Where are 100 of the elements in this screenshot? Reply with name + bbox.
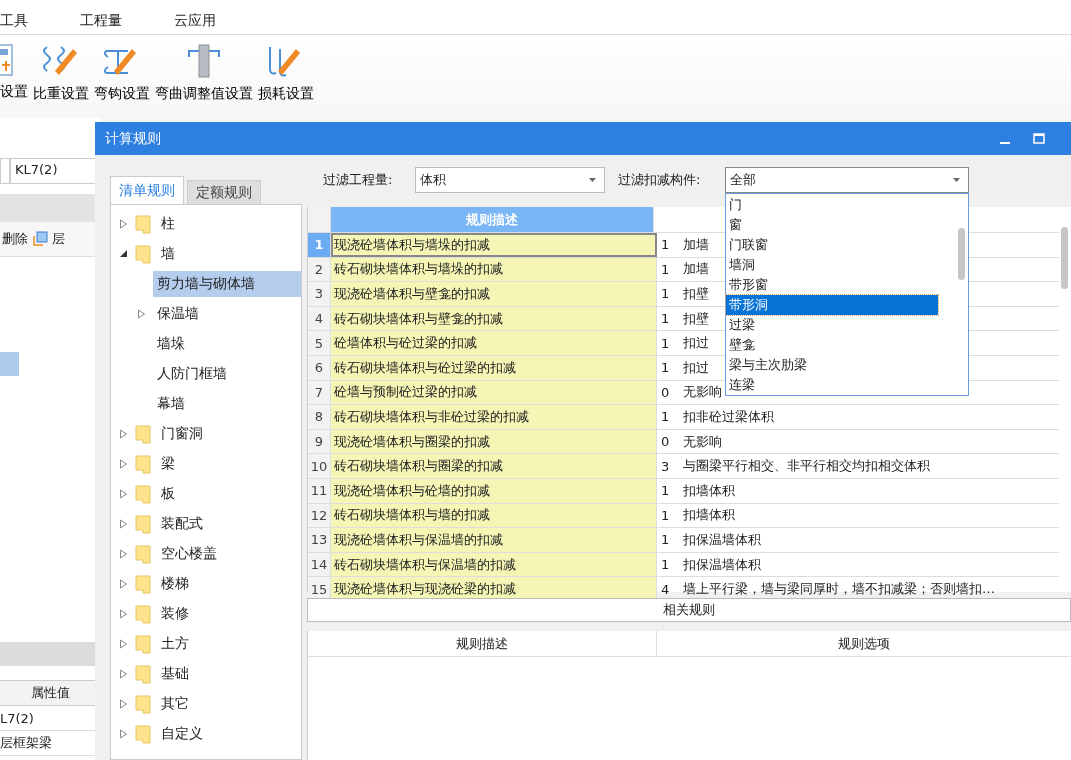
tree-item[interactable]: 柱 xyxy=(157,211,179,237)
ribbon-button[interactable]: 弯曲调整值设置 xyxy=(153,41,255,105)
tree-item[interactable]: 门窗洞 xyxy=(157,421,207,447)
tree-item[interactable]: 梁 xyxy=(157,451,179,477)
expanded-triangle-icon[interactable] xyxy=(119,249,128,259)
column-header: 规则描述 xyxy=(331,207,654,232)
tree-item[interactable]: 其它 xyxy=(157,691,193,717)
collapsed-triangle-icon[interactable] xyxy=(119,609,128,619)
tab[interactable]: 定额规则 xyxy=(187,180,261,204)
table-cell: 扣过 xyxy=(683,334,709,353)
scrollbar-thumb[interactable] xyxy=(1061,227,1068,289)
table-cell: 加墙 xyxy=(683,260,709,279)
table-cell-text: 1 xyxy=(661,557,671,572)
tree-item[interactable]: 人防门框墙 xyxy=(153,361,231,387)
caret-icon xyxy=(953,178,960,182)
menu-item[interactable]: 工程量 xyxy=(80,12,122,30)
table-cell: 扣保温墙体积 xyxy=(683,530,761,549)
menu-item[interactable]: 云应用 xyxy=(174,12,216,30)
row-number: 11 xyxy=(308,478,331,503)
table-cell: 现浇砼墙体积与现浇砼梁的扣减 xyxy=(331,577,657,601)
ribbon-button[interactable]: 弯钩设置 xyxy=(92,41,152,105)
row-number: 8 xyxy=(308,405,331,429)
folder-icon xyxy=(135,634,151,654)
dropdown-option[interactable]: 墙洞 xyxy=(726,255,938,275)
filter-dropdown[interactable]: 体积 xyxy=(415,167,605,193)
table-cell: 扣壁 xyxy=(683,309,709,328)
row-number: 6 xyxy=(308,355,331,380)
tree-item[interactable]: 土方 xyxy=(157,631,193,657)
table-cell-text: 1 xyxy=(661,335,671,351)
floor-button[interactable]: 层 xyxy=(52,230,65,248)
ribbon-button[interactable]: 设置 xyxy=(0,41,30,103)
dropdown-option[interactable]: 门 xyxy=(726,195,938,215)
collapsed-triangle-icon[interactable] xyxy=(119,579,128,589)
tree-item[interactable]: 装配式 xyxy=(157,511,207,537)
tree-item[interactable]: 板 xyxy=(157,481,179,507)
folder-icon xyxy=(135,574,151,594)
property-value: L7(2) xyxy=(0,710,34,726)
column-icon xyxy=(187,43,221,79)
dropdown-option[interactable]: 壁龛 xyxy=(726,335,938,355)
folder-icon xyxy=(135,424,151,444)
row-number: 3 xyxy=(308,282,331,306)
table-cell: 无影响 xyxy=(683,383,722,402)
document-icon xyxy=(0,43,14,77)
dropdown-option[interactable]: 梁与主次肋梁 xyxy=(726,355,938,375)
dropdown-option[interactable]: 连梁 xyxy=(726,375,938,395)
tree-item[interactable]: 墙垛 xyxy=(153,331,189,357)
row-number: 4 xyxy=(308,306,331,331)
dropdown-option[interactable]: 带形洞 xyxy=(726,295,938,315)
collapsed-triangle-icon[interactable] xyxy=(137,309,146,319)
collapsed-triangle-icon[interactable] xyxy=(119,219,128,229)
collapsed-triangle-icon[interactable] xyxy=(119,519,128,529)
table-cell-text: 0 xyxy=(661,434,671,450)
delete-button[interactable]: 删除 xyxy=(2,230,28,248)
collapsed-triangle-icon[interactable] xyxy=(119,729,128,739)
tree-item[interactable]: 自定义 xyxy=(157,721,207,747)
table-cell-text: 4 xyxy=(661,581,671,597)
dropdown-option[interactable]: 窗 xyxy=(726,215,938,235)
collapsed-triangle-icon[interactable] xyxy=(119,489,128,499)
dropdown-option[interactable]: 门联窗 xyxy=(726,235,938,255)
table-cell: 砖石砌块墙体积与墙垛的扣减 xyxy=(331,257,657,282)
row-number: 9 xyxy=(308,429,331,454)
maximize-icon[interactable] xyxy=(1033,132,1045,145)
filter-label: 过滤扣减构件: xyxy=(618,171,702,189)
collapsed-triangle-icon[interactable] xyxy=(119,429,128,439)
dropdown-option[interactable]: 过梁 xyxy=(726,315,938,335)
folder-icon xyxy=(135,244,151,264)
collapsed-triangle-icon[interactable] xyxy=(119,669,128,679)
column-header: 属性值 xyxy=(31,684,70,702)
folder-icon xyxy=(135,724,151,744)
tab[interactable]: 清单规则 xyxy=(110,176,184,204)
collapsed-triangle-icon[interactable] xyxy=(119,549,128,559)
section-header: 相关规则 xyxy=(307,598,1071,622)
row-number: 2 xyxy=(308,257,331,282)
collapsed-triangle-icon[interactable] xyxy=(119,639,128,649)
ribbon-button[interactable]: 比重设置 xyxy=(31,41,91,105)
collapsed-triangle-icon[interactable] xyxy=(119,699,128,709)
table-cell: 扣壁 xyxy=(683,285,709,303)
table-cell-text: 1 xyxy=(661,311,671,327)
column-header: 规则描述 xyxy=(308,631,657,656)
folder-icon xyxy=(135,214,151,234)
tree-item[interactable]: 装修 xyxy=(157,601,193,627)
property-value: 层框架梁 xyxy=(0,734,52,752)
tree-item[interactable]: 墙 xyxy=(157,241,179,267)
table-cell: 现浇砼墙体积与壁龛的扣减 xyxy=(331,282,657,306)
dropdown-option[interactable]: 带形窗 xyxy=(726,275,938,295)
menu-item[interactable]: 工具 xyxy=(0,12,28,30)
tree-item[interactable]: 保温墙 xyxy=(153,301,203,327)
column-header: 规则选项 xyxy=(837,634,891,653)
table-cell-text: 1 xyxy=(661,261,671,277)
collapsed-triangle-icon[interactable] xyxy=(119,459,128,469)
scrollbar-thumb[interactable] xyxy=(958,228,965,280)
tree-item[interactable]: 基础 xyxy=(157,661,193,687)
window-title: 计算规则 xyxy=(105,129,161,148)
tree-item[interactable]: 剪力墙与砌体墙 xyxy=(153,271,301,297)
tree-item[interactable]: 空心楼盖 xyxy=(157,541,221,567)
table-cell: 砼墙与预制砼过梁的扣减 xyxy=(331,380,657,405)
tree-item[interactable]: 楼梯 xyxy=(157,571,193,597)
tree-item[interactable]: 幕墙 xyxy=(153,391,189,417)
table-cell: 砖石砌块墙体积与砼过梁的扣减 xyxy=(331,355,657,380)
ribbon-button[interactable]: 损耗设置 xyxy=(256,41,316,105)
